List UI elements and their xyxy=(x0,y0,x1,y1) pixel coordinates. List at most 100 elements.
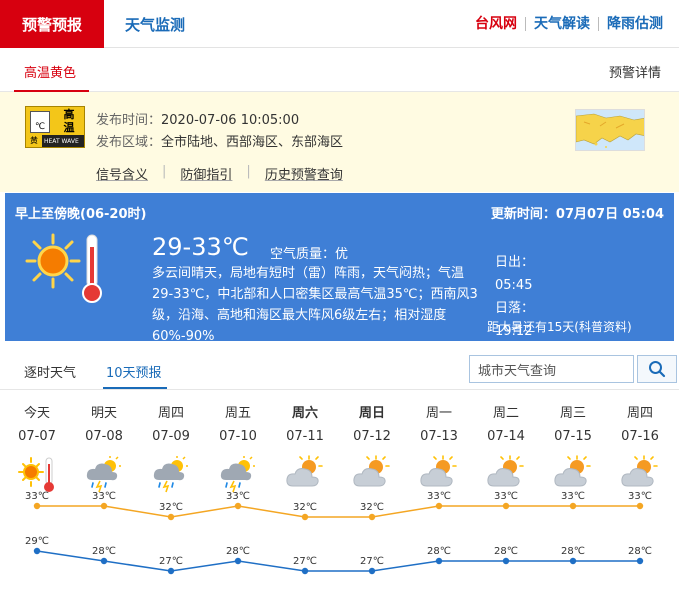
tab-hourly-weather[interactable]: 逐时天气 xyxy=(24,362,76,381)
low-temp-label: 27℃ xyxy=(293,556,317,567)
high-temp-point xyxy=(502,502,510,510)
high-temp-point xyxy=(301,513,309,521)
partly-cloudy-icon xyxy=(486,454,526,494)
search-button[interactable] xyxy=(637,355,677,383)
day-forecast-column: 明天 07-08 xyxy=(71,402,137,494)
high-temp-label: 33℃ xyxy=(427,491,451,502)
warning-detail-link[interactable]: 预警详情 xyxy=(609,62,661,81)
day-date: 07-09 xyxy=(152,429,190,444)
thunder-rain-icon xyxy=(84,454,124,494)
search-icon xyxy=(649,361,666,378)
low-temp-label: 27℃ xyxy=(159,556,183,567)
tab-high-temp-yellow[interactable]: 高温黄色 xyxy=(24,62,76,81)
publish-time: 2020-07-06 10:05:00 xyxy=(161,113,300,128)
partly-cloudy-icon xyxy=(285,454,325,494)
high-temp-point xyxy=(100,502,108,510)
day-date: 07-14 xyxy=(487,429,525,444)
typhoon-link[interactable]: 台风网 xyxy=(467,17,525,31)
defense-guide-link[interactable]: 防御指引 xyxy=(180,164,246,183)
link-separator: | xyxy=(246,164,251,179)
high-temp-point xyxy=(234,502,242,510)
forecast-panel: 早上至傍晚(06-20时) 更新时间：07月07日 05:04 29-33℃ 空… xyxy=(5,193,674,431)
link-separator: | xyxy=(162,164,167,179)
high-temp-label: 33℃ xyxy=(25,491,49,502)
partly-cloudy-icon xyxy=(553,454,593,494)
day-date: 07-16 xyxy=(621,429,659,444)
weather-interpretation-link[interactable]: 天气解读 xyxy=(525,17,598,31)
solar-term-link[interactable]: 距大暑还有15天(科普资料) xyxy=(487,318,632,335)
day-date: 07-08 xyxy=(85,429,123,444)
thunder-rain-icon xyxy=(151,454,191,494)
warning-info: 发布时间：2020-07-06 10:05:00 发布区域：全市陆地、西部海区、… xyxy=(96,110,343,154)
hot-sun-icon xyxy=(17,454,57,494)
thermometer-icon: ℃ xyxy=(30,111,50,133)
day-date: 07-11 xyxy=(286,429,324,444)
area-label: 发布区域： xyxy=(96,135,162,150)
top-links: 台风网 天气解读 降雨估测 xyxy=(467,0,671,48)
low-temp-label: 27℃ xyxy=(360,556,384,567)
rainfall-estimate-link[interactable]: 降雨估测 xyxy=(598,17,671,31)
day-weekday: 周日 xyxy=(358,406,385,421)
partly-cloudy-icon xyxy=(620,454,660,494)
tab-warning-forecast[interactable]: 预警预报 xyxy=(0,0,104,48)
forecast-period: 早上至傍晚(06-20时) xyxy=(15,207,147,222)
day-weekday: 周二 xyxy=(492,406,519,421)
low-temp-point xyxy=(33,547,41,555)
city-weather-search-input[interactable]: 城市天气查询 xyxy=(469,355,634,383)
top-nav: 预警预报 天气监测 台风网 天气解读 降雨估测 xyxy=(0,0,679,48)
day-forecast-column: 周一 07-13 xyxy=(406,402,472,494)
active-tab-underline xyxy=(103,387,167,389)
high-temp-label: 33℃ xyxy=(561,491,585,502)
day-forecast-column: 周三 07-15 xyxy=(540,402,606,494)
day-date: 07-15 xyxy=(554,429,592,444)
low-temp-point xyxy=(301,567,309,575)
low-temp-label: 28℃ xyxy=(92,546,116,557)
high-temp-label: 33℃ xyxy=(226,491,250,502)
day-weekday: 周五 xyxy=(224,406,251,421)
forecast-tabs: 逐时天气 10天预报 城市天气查询 xyxy=(0,342,679,390)
publish-time-label: 发布时间： xyxy=(96,113,162,128)
day-weekday: 周四 xyxy=(626,406,653,421)
high-temp-point xyxy=(636,502,644,510)
air-quality: 空气质量：优 xyxy=(270,247,349,262)
day-weekday: 明天 xyxy=(90,406,117,421)
low-temp-label: 28℃ xyxy=(561,546,585,557)
partly-cloudy-icon xyxy=(419,454,459,494)
low-temp-point xyxy=(636,557,644,565)
low-temp-point xyxy=(569,557,577,565)
day-forecast-column: 今天 07-07 xyxy=(4,402,70,494)
low-temp-label: 28℃ xyxy=(494,546,518,557)
partly-cloudy-icon xyxy=(352,454,392,494)
signal-meaning-link[interactable]: 信号含义 xyxy=(96,164,162,183)
warning-links: 信号含义 | 防御指引 | 历史预警查询 xyxy=(96,164,357,183)
low-temp-label: 28℃ xyxy=(427,546,451,557)
low-temp-point xyxy=(435,557,443,565)
forecast-description: 多云间晴天，局地有短时（雷）阵雨，天气闷热；气温29-33℃，中北部和人口密集区… xyxy=(152,266,478,344)
high-temp-point xyxy=(435,502,443,510)
low-temp-label: 28℃ xyxy=(226,546,250,557)
tab-weather-monitor[interactable]: 天气监测 xyxy=(110,0,200,48)
day-weekday: 周四 xyxy=(157,406,184,421)
day-weekday: 周六 xyxy=(291,406,318,421)
low-temp-label: 29℃ xyxy=(25,536,49,547)
high-temp-point xyxy=(569,502,577,510)
thunder-rain-icon xyxy=(218,454,258,494)
publish-area: 全市陆地、西部海区、东部海区 xyxy=(161,135,344,150)
warning-map-thumbnail[interactable] xyxy=(575,109,645,151)
day-forecast-column: 周五 07-10 xyxy=(205,402,271,494)
low-temp-point xyxy=(234,557,242,565)
warning-panel: ℃ 高 温 黄 HEAT WAVE 发布时间：2020-07-06 10:05:… xyxy=(0,92,679,192)
day-weekday: 今天 xyxy=(23,406,50,421)
history-warning-link[interactable]: 历史预警查询 xyxy=(265,164,357,183)
high-temp-line xyxy=(37,505,640,518)
warning-subheader: 高温黄色 预警详情 xyxy=(0,48,679,92)
warning-icon-footer: 黄 HEAT WAVE xyxy=(26,135,84,147)
high-temp-label: 32℃ xyxy=(293,502,317,513)
day-weekday: 周一 xyxy=(425,406,452,421)
day-forecast-column: 周日 07-12 xyxy=(339,402,405,494)
high-temp-point xyxy=(33,502,41,510)
low-temp-label: 28℃ xyxy=(628,546,652,557)
tab-10-day-forecast[interactable]: 10天预报 xyxy=(106,362,162,381)
day-forecast-column: 周四 07-09 xyxy=(138,402,204,494)
update-time: 更新时间：07月07日 05:04 xyxy=(490,207,664,222)
